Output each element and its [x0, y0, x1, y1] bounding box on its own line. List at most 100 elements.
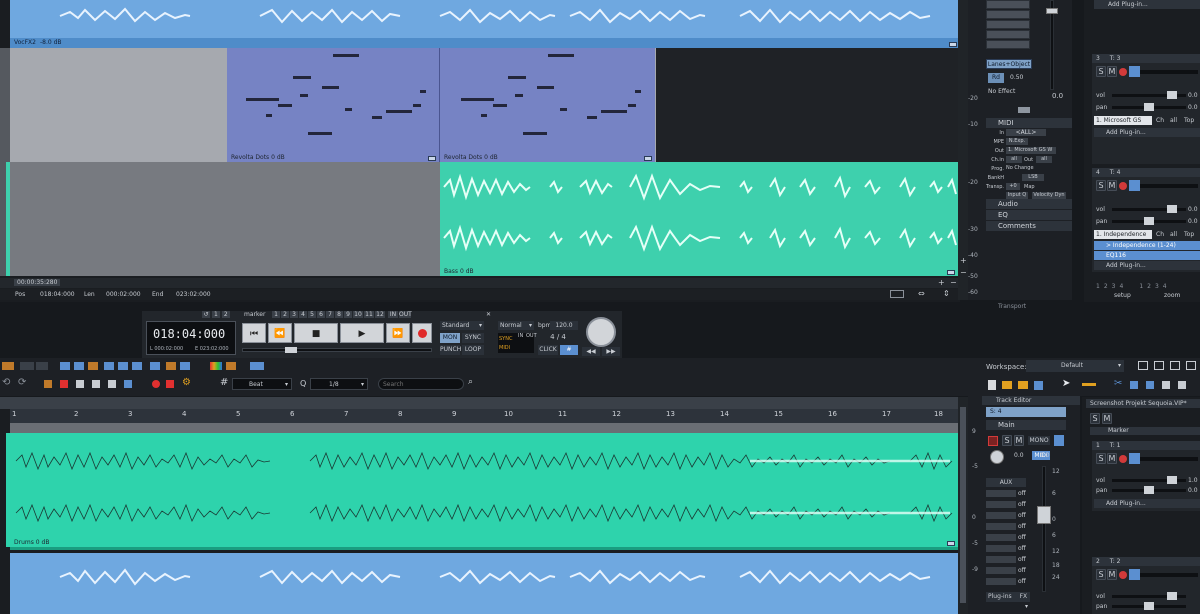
sync-midi-indicator[interactable]: SYNC MIDI IN OUT — [498, 333, 537, 353]
solo-button[interactable]: S — [1096, 66, 1106, 77]
mute-button[interactable]: M — [1107, 453, 1117, 464]
project-solo-button[interactable]: S — [1090, 413, 1100, 424]
tool-icon[interactable] — [104, 362, 114, 370]
rewind-button[interactable]: ⏪ — [268, 323, 292, 343]
record-icon[interactable] — [1119, 455, 1127, 463]
punch-button[interactable]: PUNCH — [440, 345, 461, 355]
tool-icon[interactable] — [166, 380, 174, 388]
plugins-select[interactable]: Plug-ins FX ▾ — [986, 592, 1030, 610]
tool-icon[interactable] — [60, 380, 68, 388]
mute-button[interactable]: M — [1107, 66, 1117, 77]
zoom-v-icon[interactable]: ⇕ — [943, 289, 950, 298]
revolta-clip-1[interactable]: Revolta Dots 0 dB — [227, 48, 440, 162]
vocfx-track[interactable]: VocFX2 -8.0 dB — [10, 0, 960, 48]
midi-ch-select[interactable]: all — [1006, 156, 1022, 163]
folder-icon[interactable] — [1002, 381, 1012, 389]
bpm-value[interactable]: 120.0 — [550, 321, 578, 330]
t4-plugin-1[interactable]: > Independence (1-24) — [1094, 241, 1200, 250]
tool-icon[interactable] — [1178, 381, 1186, 389]
mute-button[interactable]: M — [1107, 180, 1117, 191]
jog-right-button[interactable]: ▶▶ — [602, 347, 620, 356]
save-icon[interactable] — [1034, 381, 1043, 390]
folder-icon[interactable] — [1018, 381, 1028, 389]
t4-add-plugin[interactable]: Add Plug-in... — [1094, 261, 1200, 270]
tool-icon[interactable] — [74, 362, 84, 370]
vol-slider[interactable] — [1112, 592, 1186, 600]
rec-icon[interactable] — [988, 436, 998, 446]
cursor-icon[interactable]: ➤ — [1062, 378, 1070, 389]
window-icon[interactable] — [1138, 361, 1148, 370]
rd-value[interactable]: 0.50 — [1010, 74, 1023, 81]
tool-icon[interactable] — [1162, 381, 1170, 389]
pan-slider[interactable] — [1112, 103, 1186, 111]
record-icon[interactable] — [1119, 68, 1127, 76]
sync-button[interactable]: SYNC — [462, 333, 484, 343]
solo-button[interactable]: S — [1096, 180, 1106, 191]
t3-add-plugin[interactable]: Add Plug-in... — [1094, 128, 1200, 137]
clip-fade-icon[interactable] — [947, 541, 955, 546]
eq-section-header[interactable]: EQ — [986, 210, 1072, 220]
aux-send[interactable] — [986, 567, 1016, 574]
ch-all[interactable]: all — [1170, 231, 1177, 238]
tool-icon[interactable] — [166, 362, 176, 370]
clip-fade-icon[interactable] — [644, 156, 652, 161]
solo-button[interactable]: S — [1096, 569, 1106, 580]
add-track-icon[interactable]: + — [938, 278, 945, 287]
stop-button[interactable]: ■ — [294, 323, 338, 343]
spectrum-icon[interactable] — [210, 362, 222, 370]
t3-output-select[interactable]: 1. Microsoft GS — [1094, 116, 1152, 125]
midi-in-select[interactable]: <ALL> — [1006, 129, 1046, 136]
tool-icon[interactable] — [118, 362, 128, 370]
t4-plugin-2[interactable]: EQ116 — [1094, 251, 1200, 260]
tool-icon[interactable] — [108, 380, 116, 388]
tool-icon[interactable] — [180, 362, 190, 370]
transport-close-icon[interactable]: ✕ — [486, 311, 491, 318]
editor-mute-button[interactable]: M — [1014, 435, 1024, 446]
scrub-slider[interactable] — [242, 347, 432, 353]
midi-inputq-button[interactable]: Input Q — [1006, 192, 1028, 199]
speaker-icon[interactable] — [1129, 180, 1140, 191]
pan-slider[interactable] — [1112, 602, 1186, 610]
revolta-clip-2[interactable]: Revolta Dots 0 dB — [440, 48, 655, 162]
aux-header[interactable]: AUX — [986, 478, 1026, 487]
track-editor-name[interactable]: S: 4 — [986, 407, 1066, 417]
midi-section-header[interactable]: MIDI — [986, 118, 1072, 128]
top-label[interactable]: Top — [1184, 231, 1194, 238]
speaker-icon[interactable] — [1129, 66, 1140, 77]
file-icon[interactable] — [988, 380, 996, 390]
redo-icon[interactable]: ⟳ — [18, 377, 26, 388]
t1-add-plugin[interactable]: Add Plug-in... — [1094, 499, 1200, 508]
window-icon[interactable] — [1170, 361, 1180, 370]
aux-send[interactable] — [986, 523, 1016, 530]
record-button[interactable] — [412, 323, 432, 343]
tool-icon[interactable] — [60, 362, 70, 370]
ch-all[interactable]: all — [1170, 117, 1177, 124]
speaker-icon[interactable] — [1129, 569, 1140, 580]
go-start-button[interactable]: ⏮ — [242, 323, 266, 343]
minus-track-icon[interactable]: − — [950, 278, 957, 287]
no-effect[interactable]: No Effect — [988, 88, 1015, 95]
midi-out-select[interactable]: 1. Microsoft GS W — [1006, 147, 1056, 154]
zoom-in-icon[interactable]: + — [960, 256, 967, 265]
tool-icon[interactable] — [124, 380, 132, 388]
window-icon[interactable] — [1186, 361, 1196, 370]
comments-section-header[interactable]: Comments — [986, 221, 1072, 231]
cut-icon[interactable]: ✂ — [1114, 378, 1122, 389]
rd-button[interactable]: Rd — [988, 73, 1004, 83]
mute-button[interactable]: M — [1107, 569, 1117, 580]
pencil-icon[interactable] — [1082, 383, 1096, 386]
quantize-select[interactable]: 1/8 ▾ — [310, 378, 368, 390]
tool-icon[interactable] — [44, 380, 52, 388]
t4-output-select[interactable]: 1. Independence — [1094, 230, 1152, 239]
track-strip-t4[interactable]: 4 T: 4 S M vol 0.0 pan 0.0 1. Independen… — [1092, 168, 1200, 272]
aux-send[interactable] — [986, 490, 1016, 497]
tool-icon[interactable] — [76, 380, 84, 388]
pan-slider[interactable] — [1112, 217, 1186, 225]
midi-trans-value[interactable]: +0 — [1006, 183, 1020, 190]
aux-send[interactable] — [986, 578, 1016, 585]
tool-icon[interactable] — [88, 362, 98, 370]
midi-velocity-button[interactable]: Velocity Dyn — [1032, 192, 1066, 199]
midi-prog-value[interactable]: No Change — [1006, 165, 1046, 172]
clip-fade-icon[interactable] — [428, 156, 436, 161]
tool-icon[interactable] — [1130, 381, 1138, 389]
